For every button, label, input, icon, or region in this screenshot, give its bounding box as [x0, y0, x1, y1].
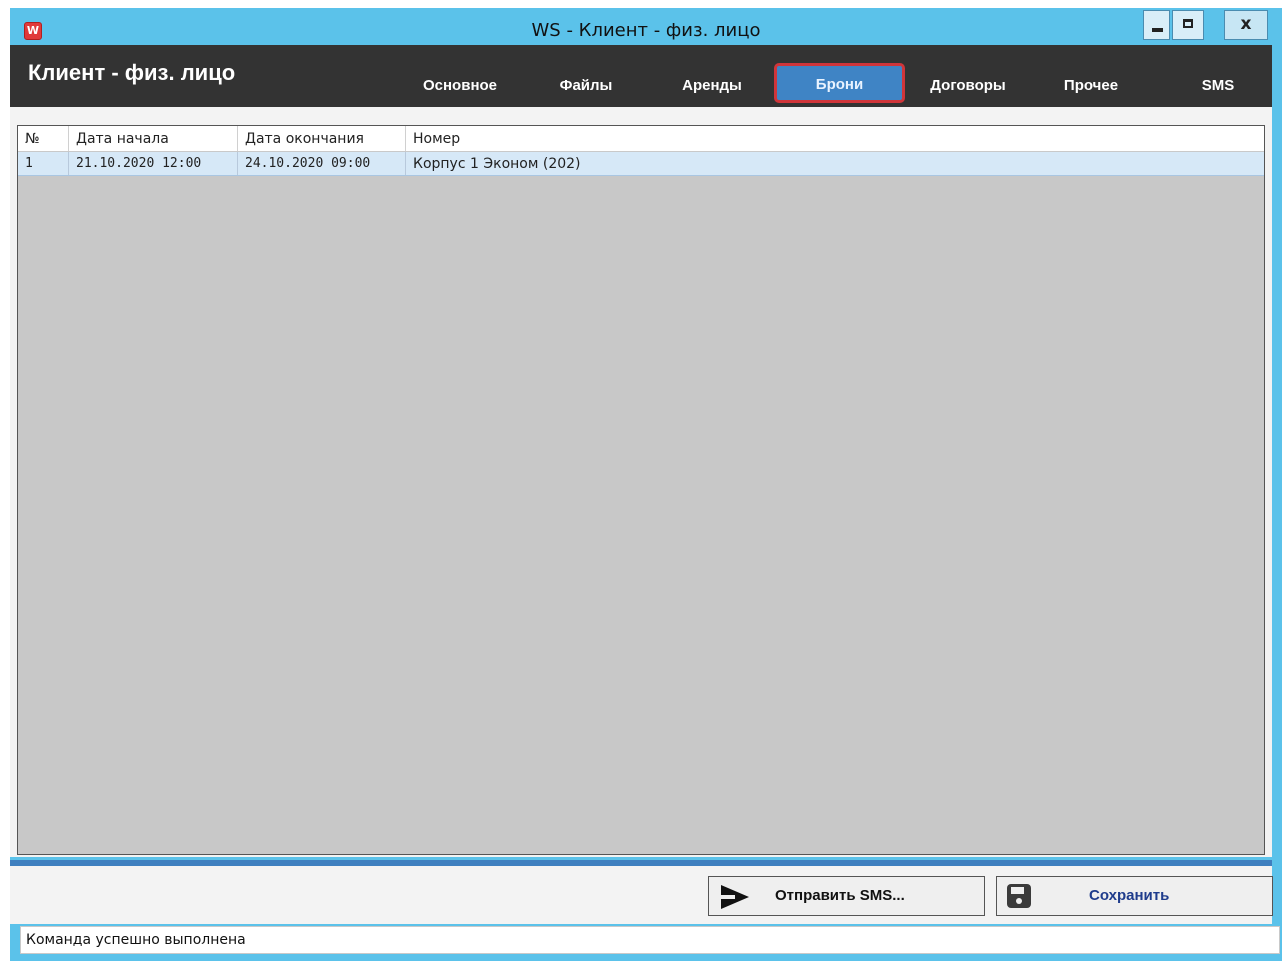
- send-arrow-icon-notch: [721, 895, 735, 899]
- table-row[interactable]: 1 21.10.2020 12:00 24.10.2020 09:00 Корп…: [18, 152, 1264, 176]
- grid-header: № Дата начала Дата окончания Номер: [18, 126, 1264, 152]
- cell-room: Корпус 1 Эконом (202): [413, 156, 581, 172]
- save-button[interactable]: Сохранить: [996, 876, 1273, 916]
- cell-end-date: 24.10.2020 09:00: [238, 152, 406, 175]
- window-title: WS - Клиент - физ. лицо: [531, 20, 761, 41]
- maximize-button[interactable]: [1172, 10, 1204, 40]
- floppy-disk-dot: [1016, 898, 1022, 904]
- minimize-button[interactable]: [1143, 10, 1170, 40]
- save-label: Сохранить: [1089, 887, 1170, 904]
- header-band: Клиент - физ. лицо Основное Файлы Аренды…: [10, 45, 1272, 107]
- column-header-start-date[interactable]: Дата начала: [69, 126, 238, 151]
- page-title: Клиент - физ. лицо: [28, 60, 236, 85]
- cell-number: 1: [18, 152, 69, 175]
- tab-dogovory[interactable]: Договоры: [913, 67, 1023, 105]
- tab-faily[interactable]: Файлы: [541, 67, 631, 105]
- send-sms-button[interactable]: Отправить SMS...: [708, 876, 985, 916]
- close-icon: x: [1240, 14, 1252, 34]
- status-bar: Команда успешно выполнена: [20, 926, 1280, 954]
- tab-prochee[interactable]: Прочее: [1048, 67, 1134, 105]
- column-header-room[interactable]: Номер: [406, 126, 1264, 151]
- window-bottom-border: [10, 954, 1282, 961]
- close-button[interactable]: x: [1224, 10, 1268, 40]
- tab-arendy[interactable]: Аренды: [665, 67, 759, 105]
- floppy-disk-slot: [1011, 887, 1024, 894]
- maximize-icon: [1183, 19, 1193, 28]
- send-sms-label: Отправить SMS...: [775, 887, 905, 904]
- column-header-number[interactable]: №: [18, 126, 69, 151]
- cell-start-date: 21.10.2020 12:00: [69, 152, 238, 175]
- floppy-disk-icon: [1007, 884, 1031, 908]
- column-header-end-date[interactable]: Дата окончания: [238, 126, 406, 151]
- tab-osnovnoe[interactable]: Основное: [407, 67, 513, 105]
- minimize-icon: [1152, 28, 1163, 32]
- tab-broni[interactable]: Брони: [774, 63, 905, 103]
- tab-sms[interactable]: SMS: [1188, 67, 1248, 105]
- bookings-grid[interactable]: № Дата начала Дата окончания Номер 1 21.…: [17, 125, 1265, 855]
